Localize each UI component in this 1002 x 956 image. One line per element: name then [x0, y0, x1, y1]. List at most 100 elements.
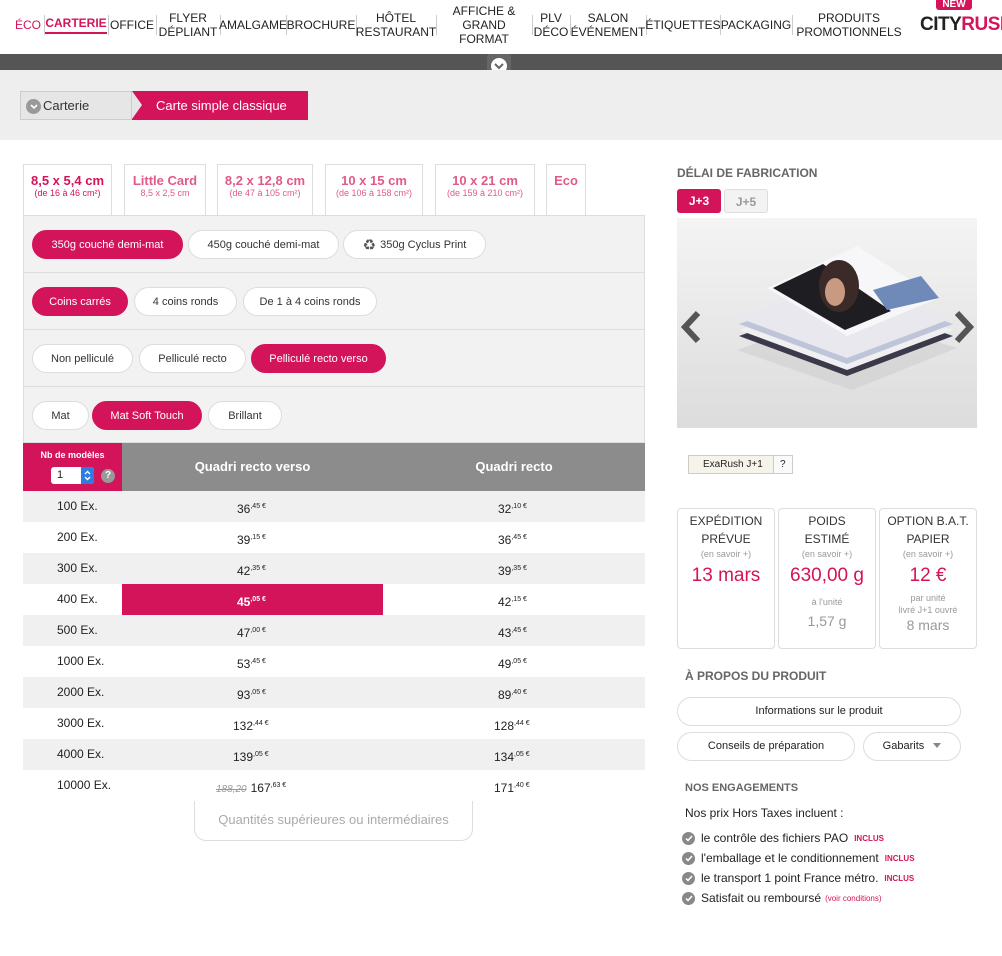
delay-j3-button[interactable]: J+3: [677, 189, 721, 213]
nav-packaging[interactable]: PACKAGING: [721, 0, 791, 50]
nav-salon-evenement[interactable]: SALON ÉVÉNEMENT: [571, 0, 646, 50]
models-count-select[interactable]: 1: [51, 467, 94, 484]
finish-mat-soft-touch[interactable]: Mat Soft Touch: [92, 401, 202, 430]
weight-more-link[interactable]: (en savoir +): [779, 548, 875, 560]
lamination-options: Non pelliculé Pelliculé recto Pelliculé …: [24, 330, 644, 387]
nav-affiche-grand-format[interactable]: AFFICHE & GRAND FORMAT: [437, 0, 531, 50]
table-row-selected: 400 Ex. 45,05 € 42,15 €: [23, 584, 645, 615]
templates-button[interactable]: Gabarits: [863, 732, 961, 761]
about-title: À PROPOS DU PRODUIT: [685, 669, 827, 683]
engagement-item: le transport 1 point France métro. INCLUS: [682, 869, 914, 887]
price-table-header: Nb de modèles 1 ? Quadri recto verso Qua…: [23, 443, 645, 491]
delay-j5-button[interactable]: J+5: [724, 189, 768, 213]
check-circle-icon: [682, 851, 695, 865]
table-row: 3000 Ex. 132,44 € 128,44 €: [23, 708, 645, 739]
engagements-title: NOS ENGAGEMENTS: [685, 782, 799, 794]
engagement-item: l'emballage et le conditionnement INCLUS: [682, 849, 915, 867]
next-image-arrow[interactable]: [953, 310, 975, 353]
paper-350g-cyclus[interactable]: ♻ 350g Cyclus Print: [343, 230, 486, 259]
price-recto-verso[interactable]: 45,05 €: [237, 584, 266, 618]
price-recto-verso[interactable]: 53,45 €: [237, 646, 266, 680]
col-quadri-recto: Quadri recto: [475, 459, 553, 474]
cityrush-logo[interactable]: NEW CITYRUSH: [918, 0, 1002, 50]
corner-options: Coins carrés 4 coins ronds De 1 à 4 coin…: [24, 273, 644, 330]
finish-mat[interactable]: Mat: [32, 401, 89, 430]
table-row: 200 Ex. 39,15 € 36,45 €: [23, 522, 645, 553]
price-recto-verso[interactable]: 36,45 €: [237, 491, 266, 525]
old-price: 188,20: [216, 784, 247, 795]
nav-plv-deco[interactable]: PLV DÉCO: [533, 0, 569, 50]
exarush-option[interactable]: ExaRush J+1 ?: [688, 455, 793, 474]
engagements-intro: Nos prix Hors Taxes incluent :: [685, 806, 844, 820]
paper-450g-demi-mat[interactable]: 450g couché demi-mat: [188, 230, 339, 259]
price-recto[interactable]: 43,45 €: [498, 615, 527, 649]
price-recto-verso[interactable]: 42,35 €: [237, 553, 266, 587]
tab-format-little-card[interactable]: Little Card 8,5 x 2,5 cm: [124, 164, 206, 216]
breadcrumb-home[interactable]: Carterie: [20, 91, 132, 120]
bat-value: 12 €: [909, 565, 947, 586]
price-recto[interactable]: 42,15 €: [498, 584, 527, 618]
corners-4-round[interactable]: 4 coins ronds: [134, 287, 237, 316]
preparation-advice-button[interactable]: Conseils de préparation: [677, 732, 855, 761]
nav-carterie[interactable]: CARTERIE: [45, 0, 107, 50]
price-recto[interactable]: 32,10 €: [498, 491, 527, 525]
bat-option-box[interactable]: OPTION B.A.T. PAPIER (en savoir +) 12 € …: [879, 508, 977, 649]
nav-office[interactable]: OFFICE: [109, 0, 155, 50]
price-recto-verso[interactable]: 132,44 €: [233, 708, 269, 742]
tab-format-eco[interactable]: Eco: [546, 164, 586, 216]
corners-square[interactable]: Coins carrés: [32, 287, 128, 316]
exarush-help[interactable]: ?: [773, 455, 793, 474]
price-recto[interactable]: 128,44 €: [494, 708, 530, 742]
price-recto-verso[interactable]: 47,00 €: [237, 615, 266, 649]
lamination-none[interactable]: Non pelliculé: [32, 344, 133, 373]
table-row: 4000 Ex. 139,05 € 134,05 €: [23, 739, 645, 770]
check-circle-icon: [682, 831, 695, 845]
new-badge: NEW: [936, 0, 972, 10]
ship-date-value: 13 mars: [691, 565, 761, 586]
paper-350g-demi-mat[interactable]: 350g couché demi-mat: [32, 230, 183, 259]
nav-eco[interactable]: ÉCO: [12, 0, 44, 50]
nav-hotel-restaurant[interactable]: HÔTEL RESTAURANT: [356, 0, 436, 50]
logo-rush: RUSH: [961, 14, 1002, 35]
help-icon[interactable]: ?: [101, 469, 115, 483]
prev-image-arrow[interactable]: [680, 310, 702, 353]
nav-produits-promotionnels[interactable]: PRODUITS PROMOTIONNELS: [793, 0, 905, 50]
exarush-label: ExaRush J+1: [688, 455, 774, 474]
corners-1-to-4-round[interactable]: De 1 à 4 coins ronds: [243, 287, 377, 316]
breadcrumb: Carterie Carte simple classique: [20, 91, 308, 120]
tab-format-10x21[interactable]: 10 x 21 cm (de 159 à 210 cm²): [435, 164, 535, 216]
price-recto[interactable]: 134,05 €: [494, 739, 530, 773]
tab-format-82x128[interactable]: 8,2 x 12,8 cm (de 47 à 105 cm²): [217, 164, 313, 216]
lamination-recto-verso[interactable]: Pelliculé recto verso: [251, 344, 386, 373]
breadcrumb-current: Carte simple classique: [132, 91, 308, 120]
price-recto-verso[interactable]: 188,20 167,63 €: [216, 770, 286, 805]
finish-brillant[interactable]: Brillant: [208, 401, 282, 430]
table-row: 100 Ex. 36,45 € 32,10 €: [23, 491, 645, 522]
nav-etiquettes[interactable]: ÉTIQUETTES: [645, 0, 720, 50]
ship-more-link[interactable]: (en savoir +): [678, 548, 774, 560]
product-info-button[interactable]: Informations sur le produit: [677, 697, 961, 726]
nav-flyer-depliant[interactable]: FLYER DÉPLIANT: [157, 0, 219, 50]
nav-amalgame[interactable]: AMALGAME: [219, 0, 287, 50]
check-circle-icon: [682, 871, 695, 885]
engagement-item: le contrôle des fichiers PAO INCLUS: [682, 829, 884, 847]
lamination-recto[interactable]: Pelliculé recto: [139, 344, 246, 373]
price-recto[interactable]: 39,35 €: [498, 553, 527, 587]
tab-format-10x15[interactable]: 10 x 15 cm (de 106 à 158 cm²): [325, 164, 423, 216]
price-recto-verso[interactable]: 93,05 €: [237, 677, 266, 711]
price-recto-verso[interactable]: 139,05 €: [233, 739, 269, 773]
price-recto[interactable]: 49,05 €: [498, 646, 527, 680]
price-recto-verso[interactable]: 39,15 €: [237, 522, 266, 556]
tab-format-85x54[interactable]: 8,5 x 5,4 cm (de 16 à 46 cm²): [23, 164, 112, 216]
chevron-down-circle-icon: [26, 99, 41, 114]
conditions-link[interactable]: (voir conditions): [825, 894, 881, 903]
more-quantities-button[interactable]: Quantités supérieures ou intermédiaires: [194, 801, 473, 841]
price-recto[interactable]: 36,45 €: [498, 522, 527, 556]
price-recto[interactable]: 89,40 €: [498, 677, 527, 711]
price-recto[interactable]: 171,40 €: [494, 770, 530, 804]
finish-options: Mat Mat Soft Touch Brillant: [24, 387, 644, 444]
bat-more-link[interactable]: (en savoir +): [880, 548, 976, 560]
breadcrumb-home-label: Carterie: [43, 98, 90, 113]
nav-brochure[interactable]: BROCHURE: [287, 0, 356, 50]
delay-title: DÉLAI DE FABRICATION: [677, 166, 818, 180]
